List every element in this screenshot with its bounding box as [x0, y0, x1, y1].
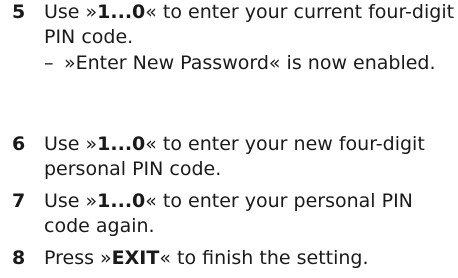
step-item: 7 Use »1...0« to enter your personal PIN… [0, 189, 458, 239]
dash-bullet: – [44, 52, 54, 74]
key-label: 1...0 [97, 1, 146, 23]
step-substep: – »Enter New Password« is now enabled. [44, 51, 458, 76]
key-label: EXIT [111, 247, 160, 269]
step-text-pre: Use » [44, 190, 98, 212]
step-number: 5 [12, 1, 26, 23]
step-text: Use »1...0« to enter your new four-digit… [44, 132, 458, 182]
step-text-pre: Use » [44, 133, 98, 155]
step-text: Use »1...0« to enter your personal PIN c… [44, 189, 458, 239]
key-label: 1...0 [97, 133, 146, 155]
step-text-pre: Use » [44, 1, 98, 23]
step-number: 7 [12, 190, 26, 212]
step-text-post: « to finish the setting. [159, 247, 369, 269]
substep-text: »Enter New Password« is now enabled. [64, 52, 436, 74]
step-text: Use »1...0« to enter your current four-d… [44, 0, 458, 50]
step-item: 8 Press »EXIT« to finish the setting. [0, 246, 369, 271]
step-item: 5 Use »1...0« to enter your current four… [0, 0, 458, 76]
key-label: 1...0 [97, 190, 146, 212]
step-number: 6 [12, 133, 26, 155]
step-text: Press »EXIT« to finish the setting. [44, 246, 369, 271]
step-text-pre: Press » [44, 247, 112, 269]
step-number: 8 [12, 247, 26, 269]
step-item: 6 Use »1...0« to enter your new four-dig… [0, 132, 458, 182]
